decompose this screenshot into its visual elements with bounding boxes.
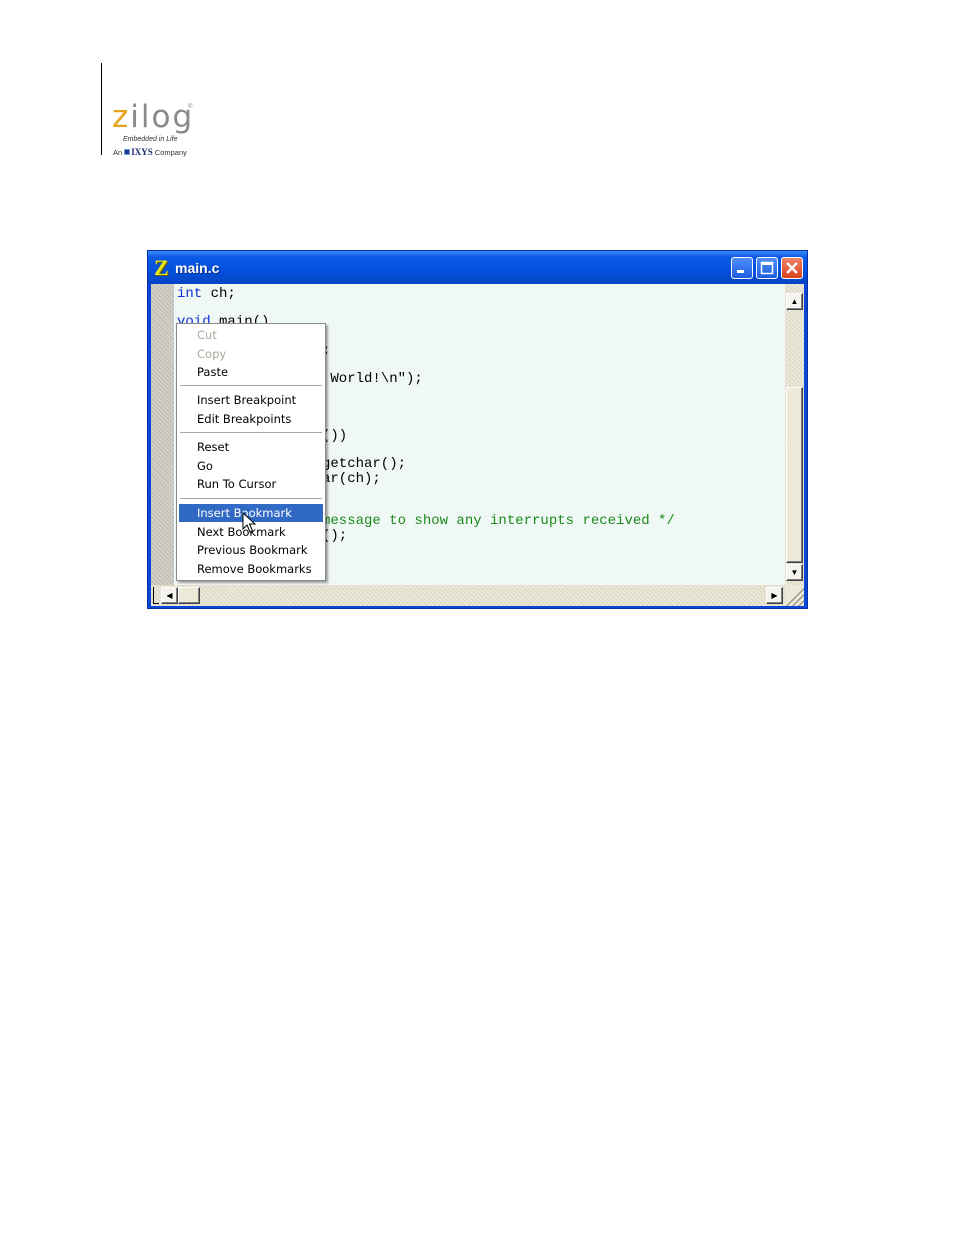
menu-item-insert-breakpoint[interactable]: Insert Breakpoint	[179, 391, 323, 409]
menu-item-remove-bookmarks[interactable]: Remove Bookmarks	[179, 560, 323, 578]
code-line: World!\n");	[322, 371, 423, 387]
mouse-pointer-icon	[242, 512, 256, 533]
resize-grip-icon[interactable]	[785, 585, 804, 606]
vertical-scrollbar[interactable]: ▲ ▼	[785, 284, 804, 585]
maximize-icon	[760, 261, 774, 275]
menu-separator	[180, 385, 322, 386]
horizontal-scrollbar[interactable]: ◀ ▶	[151, 585, 785, 606]
code-line: getchar();	[322, 456, 407, 472]
breakpoint-gutter[interactable]	[151, 284, 174, 585]
menu-item-copy: Copy	[197, 347, 227, 361]
menu-item-edit-breakpoints[interactable]: Edit Breakpoints	[179, 410, 323, 428]
window-title: main.c	[175, 260, 220, 276]
code-line: int ch;	[177, 286, 236, 302]
logo-company-line: An IXYS Company	[113, 147, 187, 157]
logo-wordmark: zilog	[112, 99, 195, 135]
zds-app-icon[interactable]: Z	[154, 256, 169, 280]
title-bar[interactable]: Z main.c	[148, 251, 807, 284]
context-menu: Cut Copy Paste Insert Breakpoint Edit Br…	[176, 323, 326, 581]
scroll-left-button[interactable]: ◀	[161, 587, 178, 604]
menu-item-previous-bookmark[interactable]: Previous Bookmark	[179, 541, 323, 559]
arrow-right-icon: ▶	[771, 591, 778, 600]
menu-item-run-to-cursor[interactable]: Run To Cursor	[179, 475, 323, 493]
code-line: ar(ch);	[322, 471, 381, 487]
scroll-right-button[interactable]: ▶	[766, 587, 783, 604]
menu-item-go[interactable]: Go	[179, 457, 323, 475]
menu-item-reset[interactable]: Reset	[179, 438, 323, 456]
maximize-button[interactable]	[756, 257, 778, 279]
close-button[interactable]	[781, 257, 803, 279]
page-margin-rule	[101, 63, 102, 155]
menu-item-cut: Cut	[197, 328, 217, 342]
arrow-left-icon: ◀	[166, 591, 173, 600]
splitter-handle[interactable]	[153, 587, 159, 604]
arrow-up-icon: ▲	[790, 297, 799, 306]
minimize-button[interactable]	[731, 257, 753, 279]
close-icon	[786, 262, 798, 274]
vertical-scroll-thumb[interactable]	[786, 387, 803, 563]
arrow-down-icon: ▼	[790, 568, 799, 577]
scroll-up-button[interactable]: ▲	[786, 293, 803, 310]
logo-tagline: Embedded in Life	[123, 136, 178, 143]
menu-separator	[180, 498, 322, 499]
menu-separator	[180, 432, 322, 433]
minimize-icon	[737, 270, 744, 273]
zilog-logo: zilog ® Embedded in Life An IXYS Company	[112, 100, 212, 160]
menu-item-paste[interactable]: Paste	[179, 363, 323, 381]
code-comment-line: message to show any interrupts received …	[322, 513, 675, 529]
ixys-square-icon	[124, 149, 131, 155]
horizontal-scroll-thumb[interactable]	[178, 587, 200, 604]
scroll-down-button[interactable]: ▼	[786, 564, 803, 581]
logo-trademark: ®	[188, 104, 193, 110]
